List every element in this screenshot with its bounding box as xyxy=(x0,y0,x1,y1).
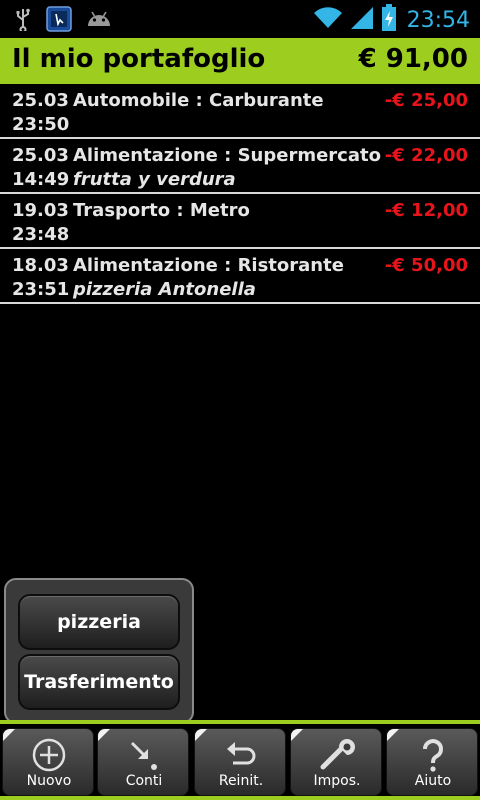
plus-circle-icon xyxy=(3,735,93,775)
accounts-button-label: Conti xyxy=(125,773,163,789)
accounts-button[interactable]: Conti xyxy=(97,728,189,796)
bottom-toolbar: Nuovo Conti Reinit. Impos. Aiuto xyxy=(0,720,480,800)
question-icon xyxy=(387,735,477,775)
transaction-category: Alimentazione : Supermercato xyxy=(73,145,381,166)
transaction-date: 25.03 xyxy=(12,145,69,166)
popup-option-trasferimento[interactable]: Trasferimento xyxy=(18,654,180,710)
notification-app-icon xyxy=(46,6,72,36)
popup-option-pizzeria[interactable]: pizzeria xyxy=(18,594,180,650)
help-button[interactable]: Aiuto xyxy=(386,728,478,796)
settings-button-label: Impos. xyxy=(313,773,361,789)
usb-icon xyxy=(14,7,32,35)
reset-button[interactable]: Reinit. xyxy=(194,728,286,796)
page-title: Il mio portafoglio xyxy=(12,44,266,74)
transaction-amount: -€ 22,00 xyxy=(384,145,468,166)
transaction-category: Alimentazione : Ristorante xyxy=(73,255,344,276)
wallet-balance: € 91,00 xyxy=(358,44,468,74)
transaction-time: 23:51 xyxy=(12,279,70,300)
transaction-row[interactable]: 25.03 Automobile : Carburante -€ 25,00 2… xyxy=(0,84,480,139)
transaction-time: 14:49 xyxy=(12,169,70,190)
transaction-category: Trasporto : Metro xyxy=(73,200,250,221)
transaction-amount: -€ 25,00 xyxy=(384,90,468,111)
transaction-note: frutta y verdura xyxy=(73,169,236,190)
new-button[interactable]: Nuovo xyxy=(2,728,94,796)
transaction-amount: -€ 50,00 xyxy=(384,255,468,276)
transaction-row[interactable]: 25.03 Alimentazione : Supermercato -€ 22… xyxy=(0,139,480,194)
transaction-time: 23:48 xyxy=(12,224,70,245)
transaction-amount: -€ 12,00 xyxy=(384,200,468,221)
signal-icon xyxy=(349,5,375,35)
transaction-date: 19.03 xyxy=(12,200,69,221)
wrench-icon xyxy=(291,735,381,775)
transaction-note: pizzeria Antonella xyxy=(73,279,256,300)
accounts-arrow-icon xyxy=(98,735,188,775)
battery-charging-icon xyxy=(381,4,397,36)
undo-icon xyxy=(195,735,285,775)
wifi-icon xyxy=(313,6,343,34)
help-button-label: Aiuto xyxy=(414,773,452,789)
status-bar: 23:54 xyxy=(0,0,480,38)
android-icon xyxy=(86,8,112,34)
transaction-date: 18.03 xyxy=(12,255,69,276)
transaction-date: 25.03 xyxy=(12,90,69,111)
popup-menu: pizzeria Trasferimento xyxy=(4,578,194,724)
transaction-list: 25.03 Automobile : Carburante -€ 25,00 2… xyxy=(0,84,480,304)
settings-button[interactable]: Impos. xyxy=(290,728,382,796)
transaction-category: Automobile : Carburante xyxy=(73,90,324,111)
transaction-row[interactable]: 19.03 Trasporto : Metro -€ 12,00 23:48 xyxy=(0,194,480,249)
wallet-header: Il mio portafoglio € 91,00 xyxy=(0,38,480,84)
clock: 23:54 xyxy=(406,7,470,33)
reset-button-label: Reinit. xyxy=(218,773,264,789)
transaction-time: 23:50 xyxy=(12,114,70,135)
transaction-row[interactable]: 18.03 Alimentazione : Ristorante -€ 50,0… xyxy=(0,249,480,304)
new-button-label: Nuovo xyxy=(26,773,72,789)
